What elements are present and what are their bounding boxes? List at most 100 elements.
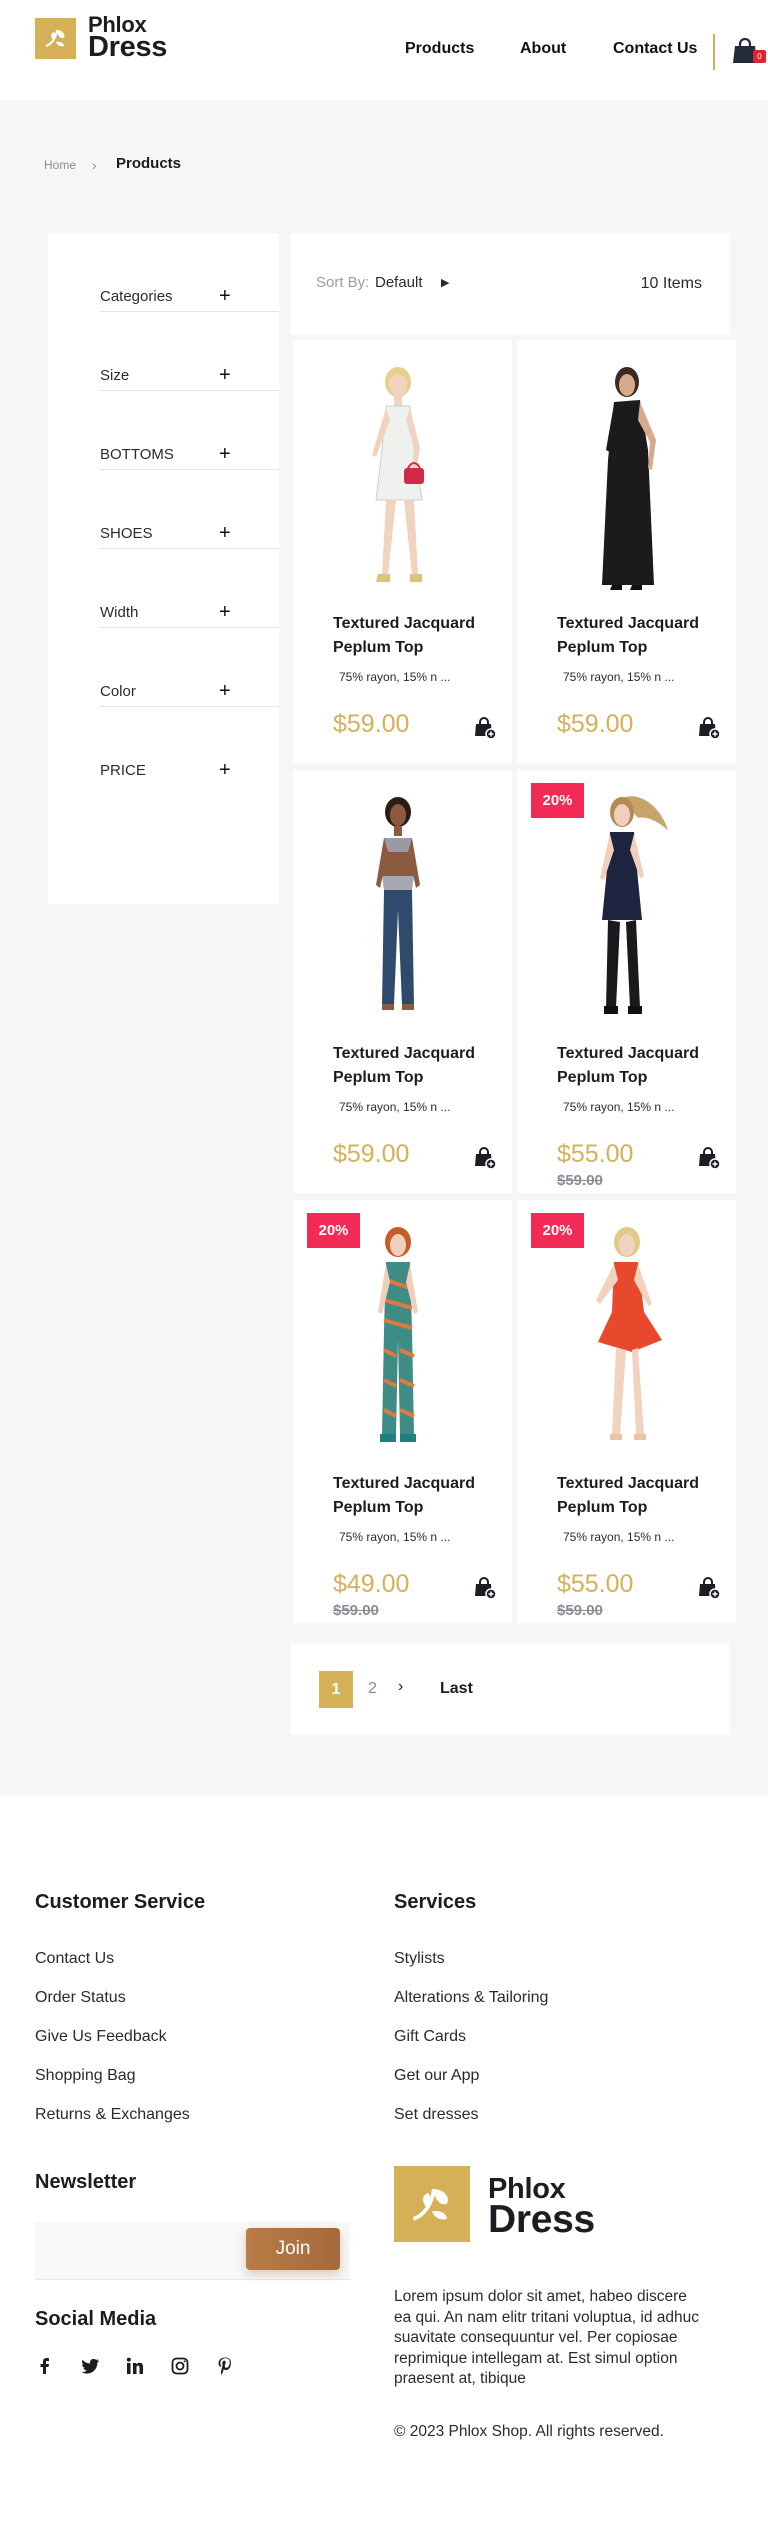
filter-label: BOTTOMS — [100, 446, 174, 463]
plus-icon[interactable]: + — [219, 285, 231, 308]
plus-icon[interactable]: + — [219, 680, 231, 703]
footer-brand-line2: Dress — [488, 2198, 595, 2241]
filter-label: PRICE — [100, 762, 146, 779]
add-to-bag-icon[interactable] — [698, 716, 720, 740]
brand-logo[interactable]: Phlox Dress — [35, 14, 167, 62]
add-to-bag-icon[interactable] — [698, 1576, 720, 1600]
social-media-heading: Social Media — [35, 2308, 157, 2330]
footer-link-order-status[interactable]: Order Status — [35, 1989, 126, 2007]
filter-label: SHOES — [100, 525, 153, 542]
product-price: $59.00 — [557, 710, 634, 738]
product-desc: 75% rayon, 15% n ... — [563, 1530, 675, 1544]
add-to-bag-icon[interactable] — [474, 1146, 496, 1170]
product-title[interactable]: Textured Jacquard Peplum Top — [557, 1042, 717, 1090]
sort-label: Sort By: — [316, 274, 370, 291]
last-page-button[interactable]: Last — [440, 1680, 473, 1698]
sort-bar: Sort By: Default ▶ 10 Items — [291, 233, 730, 335]
sort-select[interactable]: Default — [375, 274, 423, 291]
filter-color[interactable]: Color + — [100, 628, 279, 707]
plus-icon[interactable]: + — [219, 364, 231, 387]
nav-about[interactable]: About — [520, 40, 566, 58]
product-old-price: $59.00 — [557, 1602, 603, 1619]
filter-bottoms[interactable]: BOTTOMS + — [100, 391, 279, 470]
plus-icon[interactable]: + — [219, 522, 231, 545]
add-to-bag-icon[interactable] — [474, 1576, 496, 1600]
pinterest-icon[interactable] — [215, 2356, 235, 2376]
instagram-icon[interactable] — [170, 2356, 190, 2376]
filter-label: Categories — [100, 288, 173, 305]
product-title[interactable]: Textured Jacquard Peplum Top — [557, 1472, 717, 1520]
copyright: © 2023 Phlox Shop. All rights reserved. — [394, 2423, 664, 2440]
filter-sidebar: Categories + Size + BOTTOMS + SHOES + Width +… — [48, 233, 279, 904]
product-desc: 75% rayon, 15% n ... — [339, 670, 451, 684]
footer-link-returns[interactable]: Returns & Exchanges — [35, 2106, 190, 2124]
plus-icon[interactable]: + — [219, 443, 231, 466]
product-image — [601, 367, 656, 590]
product-image — [599, 796, 668, 1014]
product-desc: 75% rayon, 15% n ... — [563, 670, 675, 684]
breadcrumb-current: Products — [116, 155, 182, 172]
footer-leaf-icon — [394, 2166, 470, 2242]
plus-icon[interactable]: + — [219, 601, 231, 624]
nav-contact[interactable]: Contact Us — [613, 40, 697, 58]
filter-size[interactable]: Size + — [100, 312, 279, 391]
product-image — [371, 367, 424, 582]
filter-label: Size — [100, 367, 130, 384]
footer-link-contact[interactable]: Contact Us — [35, 1950, 114, 1968]
product-card[interactable]: 20% Textured Jacquard Peplum Top 75% ray… — [517, 770, 736, 1193]
footer-link-gift-cards[interactable]: Gift Cards — [394, 2028, 466, 2046]
filter-label: Color — [100, 683, 136, 700]
twitter-icon[interactable] — [80, 2356, 100, 2376]
page-1-button[interactable]: 1 — [319, 1671, 353, 1708]
cart-button[interactable]: 0 — [732, 37, 766, 67]
footer-link-shopping-bag[interactable]: Shopping Bag — [35, 2067, 136, 2085]
footer-link-stylists[interactable]: Stylists — [394, 1950, 445, 1968]
product-price: $55.00 — [557, 1570, 634, 1598]
brand-name-line2: Dress — [88, 31, 168, 63]
services-heading: Services — [394, 1891, 477, 1913]
product-title[interactable]: Textured Jacquard Peplum Top — [333, 1042, 493, 1090]
footer-link-alterations[interactable]: Alterations & Tailoring — [394, 1989, 548, 2007]
chevron-right-icon[interactable]: › — [398, 1678, 403, 1696]
join-button[interactable]: Join — [246, 2228, 340, 2270]
site-footer: Customer Service Contact Us Order Status… — [0, 1795, 768, 2545]
newsletter-heading: Newsletter — [35, 2171, 137, 2193]
product-desc: 75% rayon, 15% n ... — [339, 1100, 451, 1114]
cart-count-badge: 0 — [753, 50, 766, 63]
product-title[interactable]: Textured Jacquard Peplum Top — [333, 612, 493, 660]
footer-link-set-dresses[interactable]: Set dresses — [394, 2106, 478, 2124]
facebook-icon[interactable] — [35, 2356, 55, 2376]
product-desc: 75% rayon, 15% n ... — [339, 1530, 451, 1544]
product-desc: 75% rayon, 15% n ... — [563, 1100, 675, 1114]
product-card[interactable]: Textured Jacquard Peplum Top 75% rayon, … — [517, 340, 736, 763]
leaf-icon — [35, 17, 76, 59]
filter-categories[interactable]: Categories + — [100, 233, 279, 312]
product-card[interactable]: Textured Jacquard Peplum Top 75% rayon, … — [293, 340, 512, 763]
add-to-bag-icon[interactable] — [698, 1146, 720, 1170]
breadcrumb-home[interactable]: Home — [44, 158, 76, 172]
newsletter-email-input[interactable]: Join — [35, 2222, 350, 2280]
product-price: $59.00 — [333, 710, 410, 738]
filter-price[interactable]: PRICE + — [100, 707, 279, 786]
nav-divider — [713, 34, 715, 70]
plus-icon[interactable]: + — [219, 759, 231, 782]
product-old-price: $59.00 — [333, 1602, 379, 1619]
triangle-right-icon[interactable]: ▶ — [441, 276, 449, 289]
footer-link-app[interactable]: Get our App — [394, 2067, 479, 2085]
footer-link-feedback[interactable]: Give Us Feedback — [35, 2028, 167, 2046]
customer-service-heading: Customer Service — [35, 1891, 206, 1913]
page-2-button[interactable]: 2 — [368, 1680, 377, 1698]
nav-products[interactable]: Products — [405, 40, 474, 58]
product-title[interactable]: Textured Jacquard Peplum Top — [333, 1472, 493, 1520]
product-card[interactable]: 20% Textured Jacquard Peplum Top 75% ray… — [517, 1200, 736, 1623]
product-title[interactable]: Textured Jacquard Peplum Top — [557, 612, 717, 660]
filter-shoes[interactable]: SHOES + — [100, 470, 279, 549]
filter-label: Width — [100, 604, 139, 621]
linkedin-icon[interactable] — [125, 2356, 145, 2376]
product-card[interactable]: Textured Jacquard Peplum Top 75% rayon, … — [293, 770, 512, 1193]
product-card[interactable]: 20% Textured Jacquard Peplum Top 75% ray… — [293, 1200, 512, 1623]
filter-width[interactable]: Width + — [100, 549, 279, 628]
add-to-bag-icon[interactable] — [474, 716, 496, 740]
product-image — [375, 797, 420, 1010]
product-price: $49.00 — [333, 1570, 410, 1598]
